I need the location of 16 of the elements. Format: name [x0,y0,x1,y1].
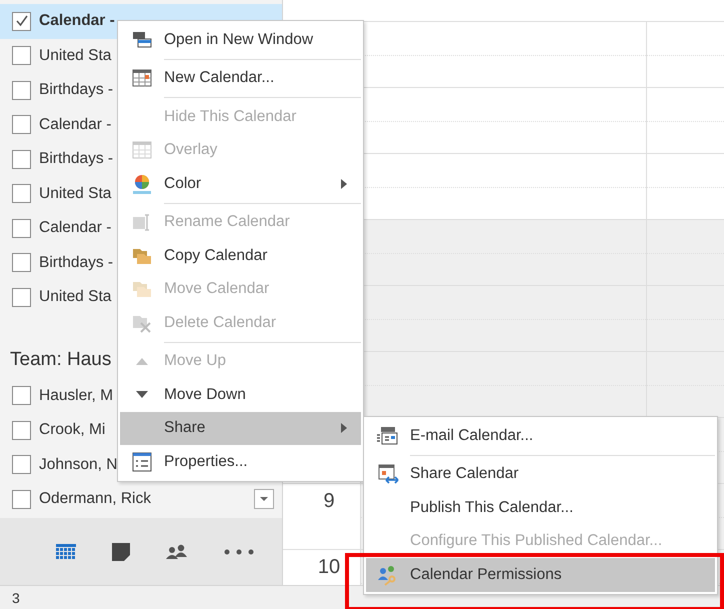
calendar-name: United Sta [39,288,112,306]
calendar-name: Johnson, N [39,456,118,474]
hour-label: 9 [322,489,336,513]
calendar-name: Odermann, Rick [39,490,151,508]
calendar-name: Birthdays - [39,150,114,168]
item-count: 3 [12,590,20,606]
calendar-name: Birthdays - [39,81,114,100]
calendar-name: Crook, Mi [39,421,106,440]
calendar-name: Calendar - [39,12,115,30]
calendar-name: Hausler, M [39,386,114,405]
calendar-name: United Sta [39,184,112,203]
calendar-name: Birthdays - [39,254,114,272]
hour-label: 10 [316,555,342,579]
calendar-name: Calendar - [39,219,112,238]
calendar-name: Calendar - [39,116,112,134]
calendar-name: United Sta [39,46,112,65]
